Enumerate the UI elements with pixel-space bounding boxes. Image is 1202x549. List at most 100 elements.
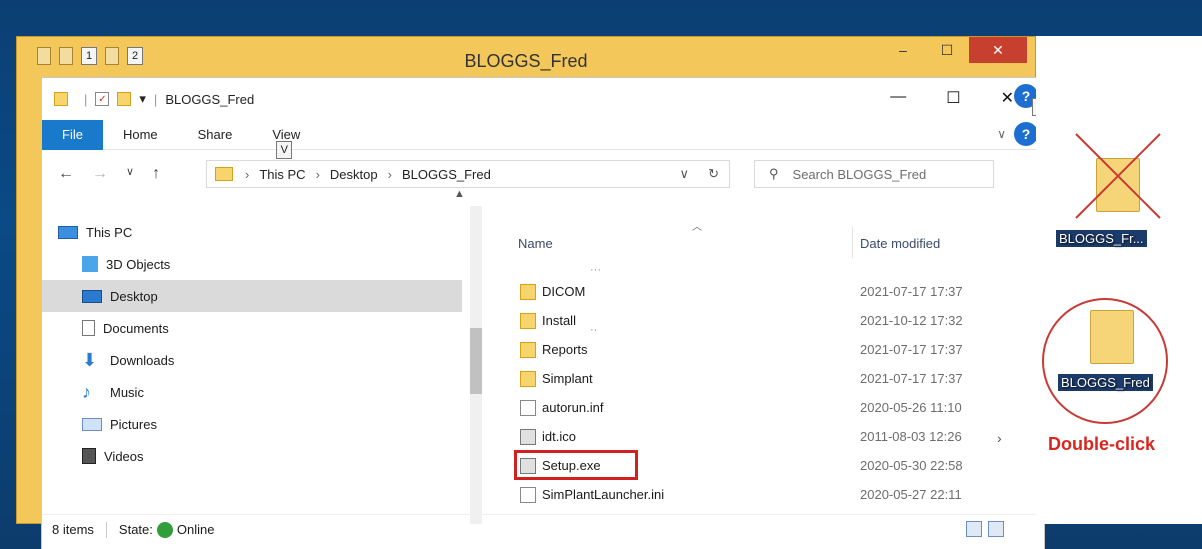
file-row[interactable]: Install 2021-10-12 17:32 bbox=[482, 307, 1012, 336]
overflow-dots-icon: ··· bbox=[590, 264, 601, 276]
explorer-window-buttons: — ☐ ✕ bbox=[890, 88, 1014, 108]
scrollbar-thumb[interactable] bbox=[470, 328, 482, 394]
folder-icon bbox=[215, 167, 233, 181]
file-list: ︿ Name Date modified DICOM 2021-07-17 17… bbox=[482, 198, 1022, 514]
properties-check-icon[interactable]: ✓ bbox=[95, 92, 110, 106]
ico-file-icon bbox=[520, 429, 536, 445]
online-status-icon bbox=[156, 521, 173, 538]
cube-icon bbox=[82, 256, 98, 272]
help-icon[interactable]: ? bbox=[1014, 122, 1038, 146]
cross-out-icon bbox=[1075, 133, 1161, 219]
document-icon bbox=[82, 320, 95, 336]
nav-label: Pictures bbox=[110, 416, 157, 432]
customize-dropdown-icon[interactable]: ▾ bbox=[139, 91, 146, 107]
breadcrumb-this-pc[interactable]: This PC bbox=[259, 167, 305, 182]
desktop-area: BLOGGS_Fr... BLOGGS_Fred Double-click bbox=[1036, 36, 1202, 524]
status-bar: 8 items State: Online bbox=[42, 514, 1044, 544]
file-date: 2020-05-27 22:11 bbox=[860, 487, 962, 502]
nav-scrollbar[interactable] bbox=[470, 206, 482, 524]
view-toggle bbox=[966, 521, 1004, 537]
file-row[interactable]: DICOM 2021-07-17 17:37 bbox=[482, 278, 1012, 307]
file-name: SimPlantLauncher.ini bbox=[542, 487, 665, 502]
nav-downloads[interactable]: ⬇ Downloads bbox=[42, 344, 462, 376]
refresh-icon[interactable]: ↻ bbox=[708, 166, 719, 182]
file-row[interactable]: Reports 2021-07-17 17:37 bbox=[482, 336, 1012, 365]
nav-documents[interactable]: Documents bbox=[42, 312, 462, 344]
column-header-date[interactable]: Date modified bbox=[860, 236, 940, 251]
tab-home[interactable]: Home bbox=[103, 127, 178, 142]
folder-icon bbox=[520, 313, 536, 329]
highlight-annotation bbox=[514, 450, 638, 480]
file-name: autorun.inf bbox=[542, 400, 604, 415]
file-row[interactable]: idt.ico 2011-08-03 12:26 bbox=[482, 423, 1012, 452]
tab-share[interactable]: Share bbox=[178, 127, 253, 142]
file-name: DICOM bbox=[542, 284, 586, 299]
search-box[interactable]: ⚲ Search BLOGGS_Fred bbox=[754, 160, 994, 188]
explorer-window: | ✓ ▾ | BLOGGS_Fred — ☐ ✕ ? E File Home … bbox=[41, 77, 1048, 549]
sort-up-icon: ︿ bbox=[692, 222, 702, 233]
nav-pictures[interactable]: Pictures bbox=[42, 408, 462, 440]
music-icon: ♪ bbox=[82, 382, 91, 402]
explorer-title: BLOGGS_Fred bbox=[165, 91, 255, 107]
picture-icon bbox=[82, 417, 102, 431]
large-icons-view-icon[interactable] bbox=[988, 521, 1004, 537]
desktop-icon bbox=[82, 289, 102, 303]
breadcrumb-desktop[interactable]: Desktop bbox=[330, 167, 378, 182]
file-row[interactable]: SimPlantLauncher.ini 2020-05-27 22:11 bbox=[482, 481, 1012, 510]
maximize-button[interactable]: ☐ bbox=[946, 88, 960, 108]
file-row[interactable]: autorun.inf 2020-05-26 11:10 bbox=[482, 394, 1012, 423]
file-date: 2020-05-26 11:10 bbox=[860, 400, 962, 415]
nav-label: Documents bbox=[103, 320, 169, 336]
settings-file-icon bbox=[520, 400, 536, 416]
address-bar[interactable]: › This PC › Desktop › BLOGGS_Fred ∨ ↻ bbox=[206, 160, 730, 188]
up-arrow-icon[interactable]: ↑ bbox=[152, 165, 160, 183]
file-date: 2021-07-17 17:37 bbox=[860, 284, 963, 299]
column-header-name[interactable]: Name bbox=[518, 236, 553, 251]
close-button[interactable]: ✕ bbox=[1001, 88, 1014, 108]
state-label: State: bbox=[118, 522, 153, 537]
zip-folder-label: BLOGGS_Fr... bbox=[1056, 230, 1147, 247]
folder-icon bbox=[54, 92, 68, 106]
nav-3d-objects[interactable]: 3D Objects bbox=[42, 248, 462, 280]
nav-music[interactable]: ♪ Music bbox=[42, 376, 462, 408]
nav-label: Music bbox=[110, 384, 144, 400]
nav-label: Downloads bbox=[110, 352, 175, 368]
back-arrow-icon[interactable]: ← bbox=[58, 165, 74, 183]
scroll-right-icon[interactable]: › bbox=[997, 430, 1002, 446]
breadcrumb-bloggs-fred[interactable]: BLOGGS_Fred bbox=[402, 167, 491, 182]
file-name: Simplant bbox=[542, 371, 593, 386]
instruction-text: Double-click bbox=[1048, 434, 1156, 454]
details-view-icon[interactable] bbox=[966, 521, 982, 537]
scroll-up-icon[interactable]: ▲ bbox=[454, 188, 465, 200]
nav-arrows: ← → ∨ ↑ bbox=[58, 165, 160, 183]
nav-desktop[interactable]: Desktop bbox=[42, 280, 462, 312]
tab-file[interactable]: File bbox=[42, 119, 103, 150]
explorer-titlebar: | ✓ ▾ | BLOGGS_Fred — ☐ ✕ ? E bbox=[42, 78, 1048, 120]
nav-label: Videos bbox=[104, 448, 144, 464]
file-row[interactable]: Simplant 2021-07-17 17:37 bbox=[482, 365, 1012, 394]
chevron-down-icon[interactable]: ∨ bbox=[997, 127, 1006, 141]
maximize-button[interactable]: ☐ bbox=[925, 37, 969, 63]
new-folder-icon[interactable] bbox=[117, 92, 132, 106]
file-name: Install bbox=[542, 313, 576, 328]
minimize-button[interactable]: — bbox=[890, 88, 906, 108]
file-date: 2021-07-17 17:37 bbox=[860, 342, 963, 357]
nav-videos[interactable]: Videos bbox=[42, 440, 462, 472]
close-button[interactable]: ✕ bbox=[969, 37, 1027, 63]
tab-view-label: View bbox=[272, 127, 301, 142]
folder-icon[interactable] bbox=[1090, 310, 1134, 364]
nav-label: This PC bbox=[86, 224, 133, 240]
forward-arrow-icon[interactable]: → bbox=[92, 165, 108, 183]
film-icon bbox=[82, 448, 96, 464]
download-icon: ⬇ bbox=[82, 350, 98, 370]
recent-locations-icon[interactable]: ∨ bbox=[126, 165, 134, 183]
file-date: 2020-05-30 22:58 bbox=[860, 458, 963, 473]
folder-icon bbox=[520, 371, 536, 387]
address-dropdown-icon[interactable]: ∨ bbox=[679, 166, 689, 182]
tab-view[interactable]: View V bbox=[252, 127, 320, 159]
settings-file-icon bbox=[520, 487, 536, 503]
minimize-button[interactable]: – bbox=[881, 37, 925, 63]
file-date: 2021-07-17 17:37 bbox=[860, 371, 963, 386]
nav-this-pc[interactable]: This PC bbox=[42, 216, 462, 248]
address-row: ← → ∨ ↑ › This PC › Desktop › BLOGGS_Fre… bbox=[42, 150, 1044, 198]
